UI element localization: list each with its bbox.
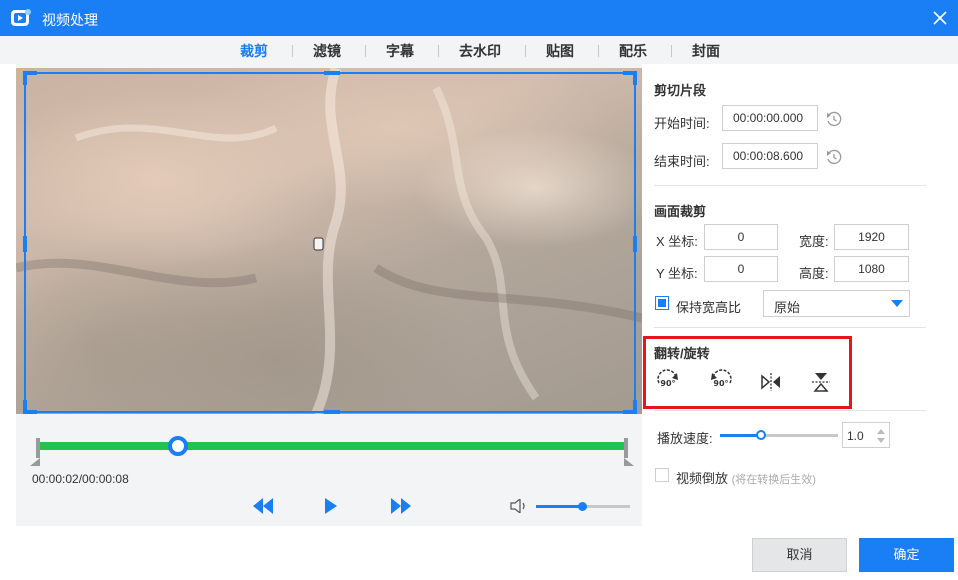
- rewind-icon[interactable]: [252, 498, 274, 514]
- keep-aspect-ratio-checkbox[interactable]: [655, 296, 669, 310]
- flip-horizontal-icon[interactable]: [758, 369, 784, 395]
- reverse-video-hint: (将在转换后生效): [731, 474, 816, 486]
- flip-vertical-icon[interactable]: [808, 369, 834, 395]
- tab-remove-watermark[interactable]: 去水印: [459, 41, 501, 61]
- crop-handle-top[interactable]: [324, 71, 340, 75]
- tab-cover[interactable]: 封面: [692, 41, 720, 61]
- keep-aspect-ratio-label: 保持宽高比: [676, 300, 742, 315]
- spin-up-icon[interactable]: [876, 427, 886, 435]
- trim-end-handle[interactable]: [624, 438, 634, 466]
- width-label: 宽度:: [799, 234, 829, 249]
- clip-section-title: 剪切片段: [654, 83, 707, 98]
- end-time-label: 结束时间:: [654, 154, 710, 169]
- divider: [654, 185, 926, 186]
- play-icon[interactable]: [324, 498, 338, 514]
- volume-fill: [536, 505, 583, 508]
- playback-speed-thumb[interactable]: [756, 430, 766, 440]
- playback-speed-value: 1.0: [847, 429, 864, 443]
- timecode: 00:00:02/00:00:08: [32, 472, 129, 486]
- crop-handle-top-right[interactable]: [633, 71, 637, 85]
- tab-sticker[interactable]: 贴图: [546, 41, 574, 61]
- fast-forward-icon[interactable]: [390, 498, 412, 514]
- crop-section-title: 画面裁剪: [654, 204, 707, 219]
- volume-icon[interactable]: [510, 499, 528, 513]
- video-preview: [16, 68, 642, 414]
- crop-handle-top-left[interactable]: [23, 71, 27, 85]
- tab-bar: 裁剪 滤镜 字幕 去水印 贴图 配乐 封面: [0, 36, 958, 64]
- checkbox-check-mark: [658, 299, 666, 307]
- svg-text:90°: 90°: [713, 379, 728, 388]
- height-label: 高度:: [799, 266, 829, 281]
- rotate-counterclockwise-90-icon[interactable]: 90°: [708, 369, 734, 395]
- settings-panel: 剪切片段 开始时间: 00:00:00.000 结束时间: 00:00:08.6…: [642, 64, 958, 526]
- height-input[interactable]: 1080: [834, 256, 909, 282]
- divider: [654, 410, 926, 411]
- trim-start-handle[interactable]: [30, 438, 40, 466]
- x-coordinate-label: X 坐标:: [656, 234, 698, 249]
- rotate-clockwise-90-icon[interactable]: 90°: [655, 369, 681, 395]
- tab-separator: [365, 45, 366, 57]
- y-coordinate-input[interactable]: 0: [704, 256, 778, 282]
- app-logo-icon: [11, 9, 31, 26]
- reverse-video-text: 视频倒放: [676, 471, 729, 486]
- volume-thumb[interactable]: [578, 502, 587, 511]
- timeline-track[interactable]: [40, 442, 624, 450]
- reverse-video-checkbox[interactable]: [655, 468, 669, 482]
- aspect-ratio-select[interactable]: 原始: [763, 290, 910, 317]
- svg-text:90°: 90°: [660, 379, 675, 388]
- start-time-input[interactable]: 00:00:00.000: [722, 105, 818, 131]
- tab-separator: [671, 45, 672, 57]
- width-input[interactable]: 1920: [834, 224, 909, 250]
- crop-handle-right[interactable]: [633, 236, 637, 252]
- title-bar: 视频处理: [0, 0, 958, 36]
- rotate-section-title: 翻转/旋转: [654, 346, 710, 361]
- cancel-button[interactable]: 取消: [752, 538, 847, 572]
- spin-down-icon[interactable]: [876, 437, 886, 445]
- divider: [654, 327, 926, 328]
- preview-panel: 00:00:02/00:00:08: [16, 64, 642, 526]
- tab-separator: [525, 45, 526, 57]
- playback-speed-label: 播放速度:: [657, 431, 713, 446]
- crop-handle-bottom[interactable]: [324, 410, 340, 414]
- tab-separator: [292, 45, 293, 57]
- close-button[interactable]: [922, 0, 958, 36]
- reset-start-time-icon[interactable]: [825, 110, 843, 128]
- ok-button[interactable]: 确定: [859, 538, 954, 572]
- window-title: 视频处理: [42, 12, 98, 28]
- reverse-video-label: 视频倒放 (将在转换后生效): [676, 468, 816, 487]
- playback-speed-fill: [720, 434, 760, 437]
- tab-filter[interactable]: 滤镜: [313, 41, 341, 61]
- timeline-playhead[interactable]: [168, 436, 188, 456]
- reset-end-time-icon[interactable]: [825, 148, 843, 166]
- end-time-input[interactable]: 00:00:08.600: [722, 143, 818, 169]
- playback-speed-spinbox[interactable]: 1.0: [842, 422, 890, 448]
- y-coordinate-label: Y 坐标:: [656, 266, 698, 281]
- start-time-label: 开始时间:: [654, 116, 710, 131]
- tab-separator: [438, 45, 439, 57]
- tab-separator: [598, 45, 599, 57]
- crop-handle-bottom-right[interactable]: [633, 400, 637, 414]
- crop-handle-bottom-left[interactable]: [23, 400, 27, 414]
- close-icon: [933, 11, 947, 25]
- tab-crop[interactable]: 裁剪: [240, 41, 268, 61]
- tab-subtitle[interactable]: 字幕: [386, 41, 414, 61]
- chevron-down-icon: [891, 300, 903, 307]
- tab-music[interactable]: 配乐: [619, 41, 647, 61]
- aspect-ratio-value: 原始: [774, 300, 801, 315]
- x-coordinate-input[interactable]: 0: [704, 224, 778, 250]
- crop-frame[interactable]: [23, 71, 637, 414]
- crop-handle-left[interactable]: [23, 236, 27, 252]
